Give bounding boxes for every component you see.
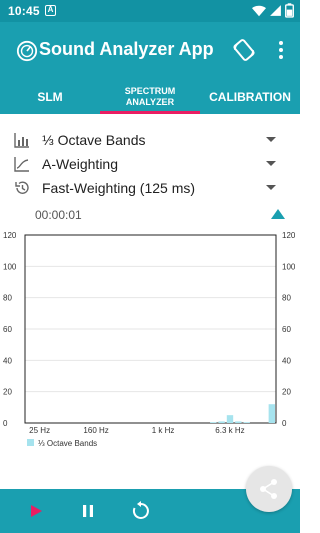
legend-swatch — [27, 439, 34, 446]
tab-spectrum-label-line1: SPECTRUM — [124, 86, 176, 96]
battery-icon — [285, 3, 294, 18]
elapsed-timer: 00:00:01 — [35, 208, 82, 222]
time-weighting-dropdown[interactable]: Fast-Weighting (125 ms) — [0, 177, 300, 199]
app-bar: Sound Analyzer App — [0, 22, 300, 80]
chevron-down-icon — [266, 185, 276, 190]
share-button[interactable] — [246, 466, 292, 512]
chevron-down-icon — [266, 137, 276, 142]
y-tick-label-right: 100 — [282, 262, 296, 271]
bands-dropdown[interactable]: ⅓ Octave Bands — [0, 129, 300, 151]
y-tick-label-left: 20 — [3, 388, 12, 397]
history-clock-icon — [15, 181, 29, 194]
pause-icon[interactable] — [77, 500, 99, 522]
notification-icon: A — [45, 5, 56, 16]
tab-spectrum-analyzer[interactable]: SPECTRUM ANALYZER — [100, 80, 200, 114]
y-tick-label-left: 80 — [3, 294, 12, 303]
spectrum-bar — [218, 421, 225, 423]
status-time: 10:45 — [8, 4, 40, 18]
tab-spectrum-label-line2: ANALYZER — [125, 97, 175, 107]
weighting-dropdown[interactable]: A-Weighting — [0, 153, 300, 175]
y-tick-label-left: 100 — [3, 262, 17, 271]
selected-tab-indicator — [100, 111, 200, 114]
spectrum-bar — [243, 422, 250, 423]
legend-label: ⅓ Octave Bands — [38, 439, 97, 448]
curve-chart-icon — [14, 157, 29, 172]
y-tick-label-right: 20 — [282, 388, 291, 397]
share-icon — [260, 479, 277, 499]
y-tick-label-right: 40 — [282, 356, 291, 365]
weighting-label: A-Weighting — [42, 156, 119, 172]
y-tick-label-right: 120 — [282, 231, 296, 240]
app-title: Sound Analyzer App — [39, 39, 214, 59]
more-options-icon[interactable] — [274, 38, 288, 62]
tab-calibration[interactable]: CALIBRATION — [200, 80, 300, 114]
wifi-icon — [252, 5, 266, 16]
time-weighting-label: Fast-Weighting (125 ms) — [42, 180, 196, 196]
x-tick-label: 1 k Hz — [152, 426, 175, 435]
spectrum-bar — [235, 421, 242, 423]
x-tick-label: 160 Hz — [83, 426, 108, 435]
y-tick-label-left: 0 — [3, 419, 8, 428]
tab-slm[interactable]: SLM — [0, 80, 100, 114]
y-tick-label-left: 40 — [3, 356, 12, 365]
expand-up-icon[interactable] — [271, 209, 285, 219]
spectrum-bar — [210, 422, 217, 423]
y-tick-label-right: 0 — [282, 419, 287, 428]
spectrum-bar — [268, 404, 275, 423]
y-tick-label-right: 80 — [282, 294, 291, 303]
app-logo-icon — [16, 40, 38, 62]
spectrum-bar — [226, 415, 234, 423]
spectrum-chart: 120 120 100 100 80 80 60 60 40 40 20 20 0 0 25 Hz 160 H… — [3, 231, 296, 448]
status-icons — [252, 3, 294, 18]
play-icon[interactable] — [25, 500, 47, 522]
y-tick-label-left: 120 — [3, 231, 17, 240]
y-tick-label-left: 60 — [3, 325, 12, 334]
screen-rotation-icon[interactable] — [232, 38, 256, 62]
signal-icon — [270, 5, 281, 16]
status-bar: 10:45 A — [0, 0, 300, 22]
x-tick-label: 25 Hz — [29, 426, 50, 435]
chevron-down-icon — [266, 161, 276, 166]
y-tick-label-right: 60 — [282, 325, 291, 334]
x-tick-label: 6.3 k Hz — [215, 426, 244, 435]
bar-chart-icon — [14, 133, 29, 148]
reset-icon[interactable] — [130, 500, 152, 522]
tab-bar: SLM SPECTRUM ANALYZER CALIBRATION — [0, 80, 300, 114]
bands-label: ⅓ Octave Bands — [42, 132, 146, 148]
